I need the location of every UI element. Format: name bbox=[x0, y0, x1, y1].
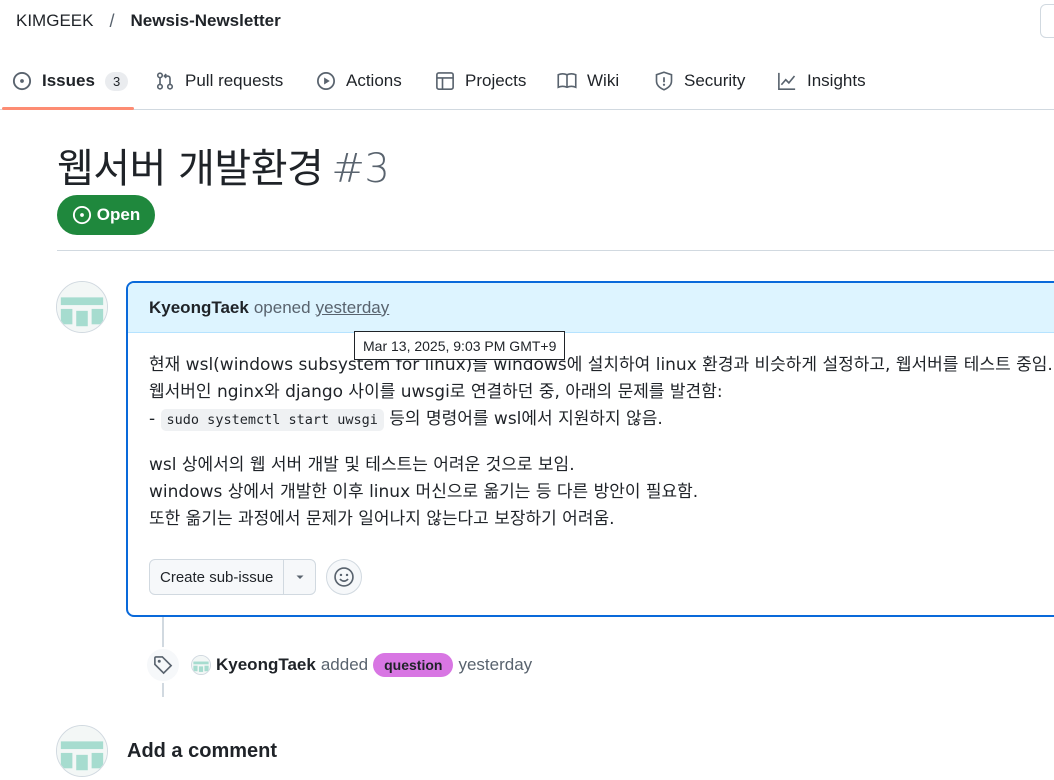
comment-author-link[interactable]: KyeongTaek bbox=[149, 298, 249, 318]
issue-title-text: 웹서버 개발환경 bbox=[57, 146, 324, 192]
issue-state-label: Open bbox=[96, 205, 141, 224]
book-icon bbox=[557, 73, 577, 89]
tab-actions[interactable]: Actions bbox=[316, 66, 402, 96]
timestamp-tooltip: Mar 13, 2025, 9:03 PM GMT+9 bbox=[354, 331, 566, 360]
tab-issues[interactable]: Issues 3 bbox=[12, 66, 129, 96]
issue-state-badge: Open bbox=[57, 195, 155, 235]
comment-timestamp-link[interactable]: yesterday bbox=[316, 298, 390, 318]
breadcrumb: KIMGEEK / Newsis-Newsletter bbox=[16, 10, 281, 32]
add-reaction-button[interactable] bbox=[326, 559, 363, 595]
sub-issue-dropdown-button[interactable] bbox=[284, 560, 315, 594]
comment-body: 현재 wsl(windows subsystem for linux)를 win… bbox=[149, 352, 1053, 551]
comment-body-line: wsl 상에서의 웹 서버 개발 및 테스트는 어려운 것으로 보임. bbox=[149, 455, 575, 475]
tab-insights[interactable]: Insights bbox=[777, 66, 866, 96]
tab-issues-label: Issues bbox=[42, 71, 95, 90]
comment-actions: Create sub-issue bbox=[149, 559, 363, 595]
tag-icon bbox=[154, 656, 173, 675]
comment-body-line: - bbox=[149, 409, 161, 429]
avatar[interactable] bbox=[56, 281, 108, 333]
tab-projects[interactable]: Projects bbox=[435, 66, 526, 96]
triangle-down-icon bbox=[296, 575, 304, 579]
avatar[interactable] bbox=[191, 655, 211, 675]
tab-wiki-label: Wiki bbox=[587, 71, 620, 90]
issue-opened-icon bbox=[72, 205, 91, 225]
add-comment-heading: Add a comment bbox=[127, 740, 278, 762]
issue-comment: KyeongTaek opened yesterday 현재 wsl(windo… bbox=[126, 281, 1054, 617]
event-timestamp-link[interactable]: yesterday bbox=[458, 655, 532, 675]
identicon-avatar-icon bbox=[57, 282, 107, 332]
repo-owner-link[interactable]: KIMGEEK bbox=[16, 11, 93, 31]
comment-body-line: 또한 옮기는 과정에서 문제가 일어나지 않는다고 보장하기 어려움. bbox=[149, 509, 615, 529]
tab-insights-label: Insights bbox=[807, 71, 866, 90]
header-action-button[interactable] bbox=[1040, 4, 1054, 38]
comment-header: KyeongTaek opened yesterday bbox=[128, 283, 1054, 333]
comment-body-line: 현재 wsl(windows subsystem for linux)를 win… bbox=[149, 355, 1053, 375]
inline-code: sudo systemctl start uwsgi bbox=[160, 409, 384, 431]
tag-icon-container bbox=[145, 647, 181, 683]
create-sub-issue-button[interactable]: Create sub-issue bbox=[150, 560, 285, 594]
identicon-avatar-icon bbox=[57, 726, 107, 776]
smiley-icon bbox=[334, 567, 355, 587]
graph-icon bbox=[778, 72, 796, 90]
identicon-avatar-icon bbox=[192, 656, 210, 674]
repo-name-link[interactable]: Newsis-Newsletter bbox=[130, 11, 280, 31]
table-icon bbox=[436, 72, 454, 90]
repo-nav-tabs: Issues 3 Pull requests Actions Projects … bbox=[0, 56, 1054, 110]
event-verb: added bbox=[320, 655, 369, 674]
header-divider bbox=[57, 250, 1054, 251]
tab-pull-requests-label: Pull requests bbox=[185, 71, 284, 90]
git-pull-request-icon bbox=[156, 72, 174, 90]
issue-label-question[interactable]: question bbox=[373, 653, 454, 677]
tab-projects-label: Projects bbox=[465, 71, 527, 90]
avatar[interactable] bbox=[56, 725, 108, 777]
tab-security-label: Security bbox=[684, 71, 746, 90]
tab-security[interactable]: Security bbox=[654, 66, 745, 96]
comment-verb: opened bbox=[253, 297, 311, 317]
comment-body-line: 등의 명령어를 wsl에서 지원하지 않음. bbox=[383, 409, 663, 429]
comment-body-line: 웹서버인 nginx와 django 사이를 uwsgi로 연결하던 중, 아래… bbox=[149, 382, 723, 402]
issue-number: #3 bbox=[331, 146, 390, 192]
tab-actions-label: Actions bbox=[346, 71, 402, 90]
issues-count-badge: 3 bbox=[104, 71, 129, 91]
breadcrumb-separator: / bbox=[109, 10, 115, 31]
tab-wiki[interactable]: Wiki bbox=[557, 66, 619, 96]
create-sub-issue-button-group: Create sub-issue bbox=[149, 559, 317, 595]
issue-title: 웹서버 개발환경 #3 bbox=[57, 136, 390, 194]
play-icon bbox=[317, 72, 335, 90]
timeline-label-event: KyeongTaek added question yesterday bbox=[145, 647, 532, 683]
tab-pull-requests[interactable]: Pull requests bbox=[155, 66, 283, 96]
issue-opened-icon bbox=[12, 71, 32, 91]
active-tab-indicator bbox=[2, 107, 134, 110]
comment-body-line: windows 상에서 개발한 이후 linux 머신으로 옮기는 등 다른 방… bbox=[149, 482, 699, 502]
shield-icon bbox=[655, 71, 673, 91]
event-author-link[interactable]: KyeongTaek bbox=[216, 655, 316, 675]
